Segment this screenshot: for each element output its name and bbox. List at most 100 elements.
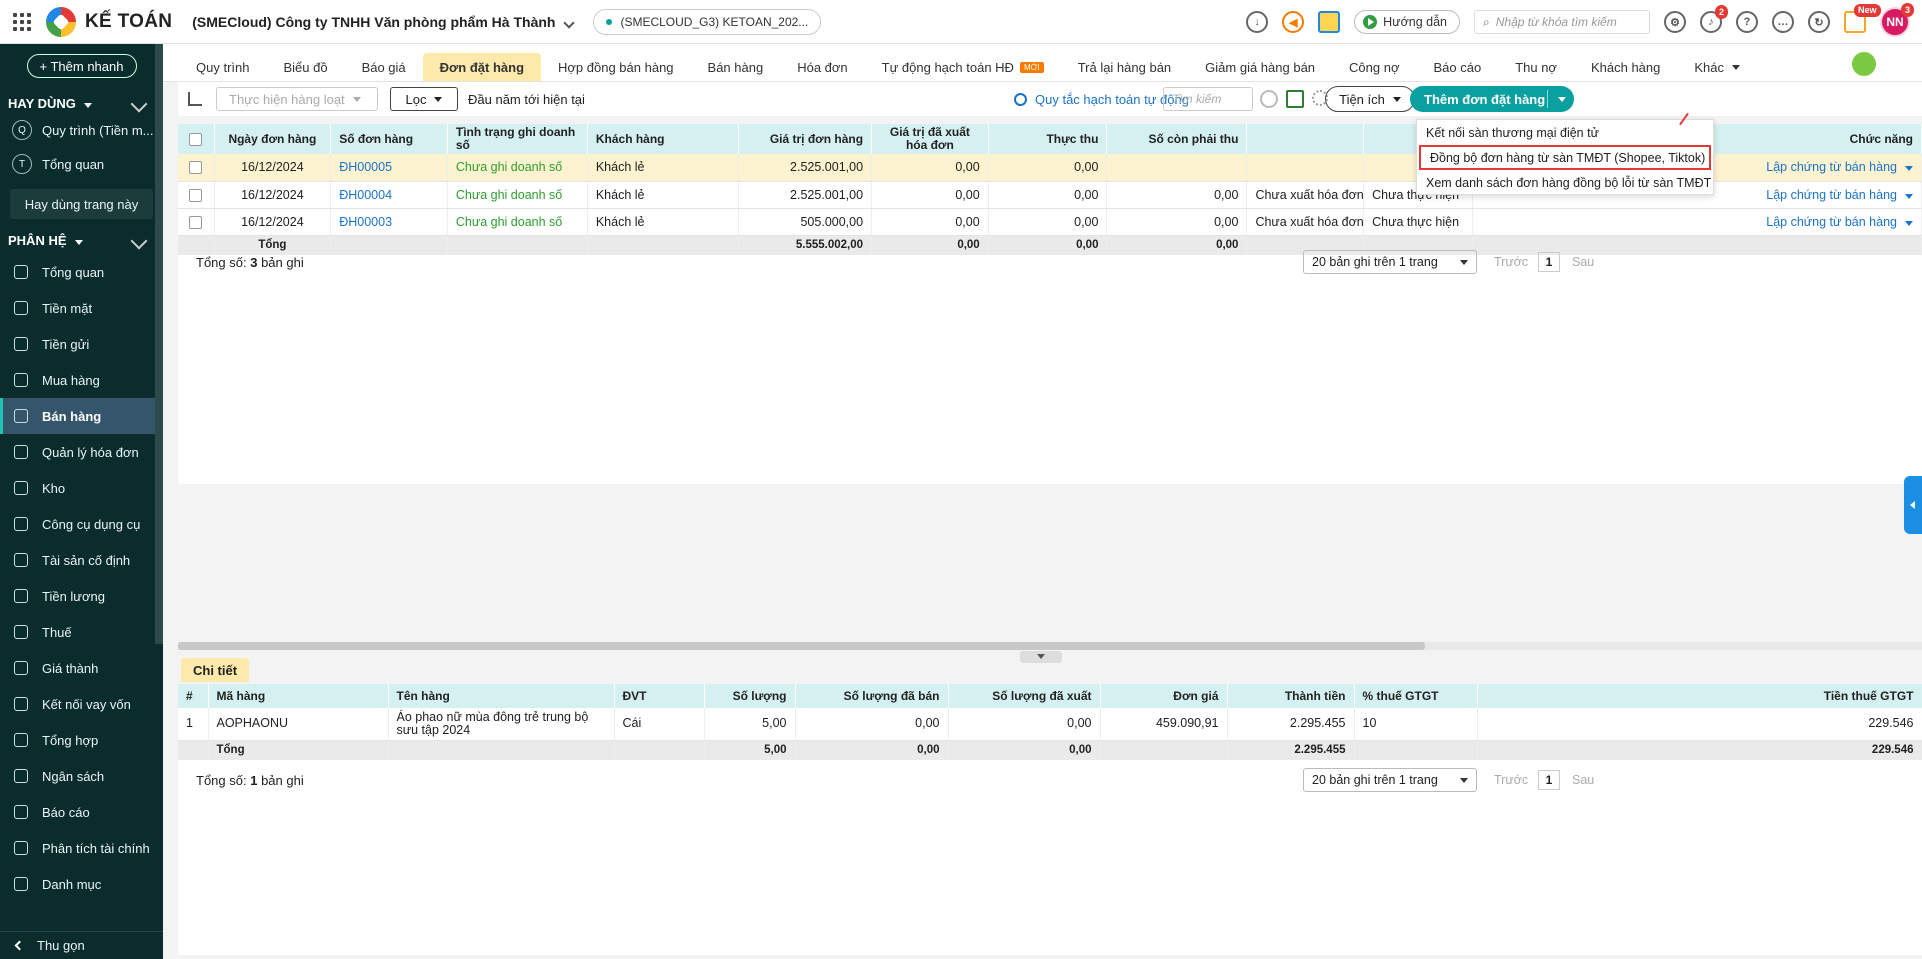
sidebar-item[interactable]: Ngân sách (0, 758, 163, 794)
inbox-icon[interactable]: New (1844, 4, 1881, 33)
sidebar-item[interactable]: Thuế (0, 614, 163, 650)
row-checkbox[interactable] (189, 188, 203, 202)
tab-item[interactable]: Bán hàng (691, 53, 781, 81)
next-page-button[interactable]: Sau (1572, 255, 1594, 269)
sync-icon[interactable]: ↻ (1808, 11, 1830, 33)
total-cell: 229.546 (1477, 740, 1922, 760)
row-action-button[interactable]: Lập chứng từ bán hàng (1766, 188, 1913, 202)
excel-icon[interactable] (1286, 90, 1304, 108)
tab-item[interactable]: Tự động hạch toán HĐ MỚI (865, 53, 1061, 81)
cell-no[interactable]: ĐH00003 (330, 208, 448, 236)
current-page[interactable]: 1 (1538, 770, 1560, 790)
table-row[interactable]: 16/12/2024 ĐH00003 Chưa ghi doanh số Khách … (178, 208, 1922, 236)
tab-item[interactable]: Khách hàng (1574, 53, 1677, 81)
next-page-button[interactable]: Sau (1572, 773, 1594, 787)
global-search-input[interactable]: ⌕ Nhập từ khóa tìm kiếm (1474, 10, 1650, 34)
caret-down-icon[interactable] (1905, 193, 1913, 199)
tab-item[interactable]: Công nợ (1332, 53, 1416, 81)
chat-icon[interactable]: … (1772, 11, 1794, 33)
row-checkbox[interactable] (189, 161, 203, 175)
select-all-checkbox[interactable] (189, 132, 203, 146)
utility-button[interactable]: Tiện ích (1325, 86, 1415, 112)
favorite-item[interactable]: Q Quy trình (Tiền m... (0, 115, 163, 145)
tab-item[interactable]: Hợp đồng bán hàng (541, 53, 691, 81)
database-selector[interactable]: (SMECLOUD_G3) KETOAN_202... (593, 8, 822, 35)
avatar[interactable]: NN 3 (1880, 3, 1914, 37)
favorite-this-page-button[interactable]: Hay dùng trang này (10, 189, 153, 219)
edit-pencil-icon[interactable] (130, 95, 148, 112)
tab-item[interactable]: Báo giá (345, 53, 423, 81)
caret-down-icon[interactable] (1905, 166, 1913, 172)
apps-grid-icon[interactable] (12, 12, 32, 32)
row-action-button[interactable]: Lập chứng từ bán hàng (1766, 215, 1913, 229)
tab-item[interactable]: Đơn đặt hàng (422, 53, 542, 81)
tab-detail[interactable]: Chi tiết (181, 658, 250, 682)
guide-button[interactable]: Hướng dẫn (1354, 10, 1460, 34)
sidebar-item[interactable]: Phân tích tài chính (0, 830, 163, 866)
bulk-action-dropdown[interactable]: Thực hiện hàng loạt (216, 87, 378, 111)
tab-item[interactable]: Báo cáo (1416, 53, 1498, 81)
sidebar-item[interactable]: Kết nối vay vốn (0, 686, 163, 722)
tab-item[interactable]: Giảm giá hàng bán (1188, 53, 1332, 81)
menu-item-connect-ecommerce[interactable]: Kết nối sàn thương mại điện tử (1417, 120, 1713, 145)
sort-icon[interactable] (188, 92, 202, 106)
tab-item[interactable]: Biểu đồ (266, 53, 344, 81)
prev-page-button[interactable]: Trước (1494, 773, 1528, 787)
horizontal-scrollbar[interactable] (178, 642, 1922, 650)
company-selector[interactable]: (SMECloud) Công ty TNHH Văn phòng phẩm H… (192, 14, 576, 30)
table-row[interactable]: 1 AOPHAONU Áo phao nữ mùa đông trẻ trung b… (178, 708, 1922, 741)
sidebar-item[interactable]: Mua hàng (0, 362, 163, 398)
tab-item[interactable]: Thu nợ (1498, 53, 1574, 81)
sidebar-item[interactable]: Quản lý hóa đơn (0, 434, 163, 470)
menu-item-sync-ecommerce-orders[interactable]: Đồng bộ đơn hàng từ sàn TMĐT (Shopee, Ti… (1419, 145, 1711, 170)
refresh-icon[interactable] (1260, 90, 1278, 108)
sidebar-item[interactable]: Bán hàng (0, 398, 163, 434)
order-search-input[interactable]: Tìm kiếm (1163, 87, 1253, 111)
media-icon[interactable] (1318, 11, 1341, 33)
tab-item[interactable]: Khác (1677, 53, 1757, 81)
tab-item[interactable]: Hóa đơn (780, 53, 864, 81)
sidebar-item[interactable]: Giá thành (0, 650, 163, 686)
sidebar-item[interactable]: Tiền gửi (0, 326, 163, 362)
cell-no[interactable]: ĐH00005 (330, 154, 448, 182)
current-page[interactable]: 1 (1538, 252, 1560, 272)
tab-item[interactable]: Trả lại hàng bán (1061, 53, 1188, 81)
sidebar-item[interactable]: Tổng hợp (0, 722, 163, 758)
sidebar-item[interactable]: Tiền lương (0, 578, 163, 614)
caret-down-icon[interactable] (1558, 97, 1566, 102)
side-panel-toggle[interactable] (1904, 476, 1922, 534)
row-action-button[interactable]: Lập chứng từ bán hàng (1766, 160, 1913, 174)
caret-down-icon[interactable] (1905, 220, 1913, 226)
page-size-select[interactable]: 20 bản ghi trên 1 trang (1303, 250, 1477, 274)
sidebar-item[interactable]: Tiền mặt (0, 290, 163, 326)
collapse-sidebar-button[interactable]: Thu gọn (0, 931, 163, 959)
gear-icon[interactable]: ⚙ (1664, 11, 1686, 33)
help-icon[interactable]: ? (1736, 11, 1758, 33)
page-size-select[interactable]: 20 bản ghi trên 1 trang (1303, 768, 1477, 792)
sidebar-scrollbar[interactable] (155, 44, 163, 644)
scrollbar-thumb[interactable] (178, 642, 1425, 650)
cell-no[interactable]: ĐH00004 (330, 181, 448, 209)
sidebar-item[interactable]: Tổng quan (0, 254, 163, 290)
prev-page-button[interactable]: Trước (1494, 255, 1528, 269)
megaphone-icon[interactable]: ◀ (1282, 11, 1305, 33)
row-checkbox[interactable] (189, 215, 203, 229)
cell-paid: 0,00 (988, 154, 1108, 182)
bell-icon[interactable]: ♪ 2 (1700, 5, 1728, 33)
sidebar-item[interactable]: Kho (0, 470, 163, 506)
tab-item[interactable]: Quy trình (179, 53, 266, 81)
edit-pencil-icon[interactable] (130, 232, 148, 249)
lightbulb-icon[interactable] (1852, 52, 1876, 76)
quick-add-button[interactable]: + Thêm nhanh (26, 54, 137, 78)
sidebar-item[interactable]: Tài sản cố định (0, 542, 163, 578)
favorites-section-title[interactable]: HAY DÙNG (0, 95, 163, 112)
sidebar-item[interactable]: Danh mục (0, 866, 163, 902)
sidebar-item[interactable]: Công cụ dụng cụ (0, 506, 163, 542)
add-order-button[interactable]: Thêm đơn đặt hàng (1410, 86, 1574, 112)
menu-item-view-sync-errors[interactable]: Xem danh sách đơn hàng đồng bộ lỗi từ sà… (1417, 170, 1713, 195)
modules-section-title[interactable]: PHÂN HỆ (0, 232, 163, 249)
favorite-item[interactable]: T Tổng quan (0, 149, 163, 179)
filter-button[interactable]: Lọc (390, 87, 458, 111)
sidebar-item[interactable]: Báo cáo (0, 794, 163, 830)
download-icon[interactable]: ↓ (1246, 11, 1269, 33)
